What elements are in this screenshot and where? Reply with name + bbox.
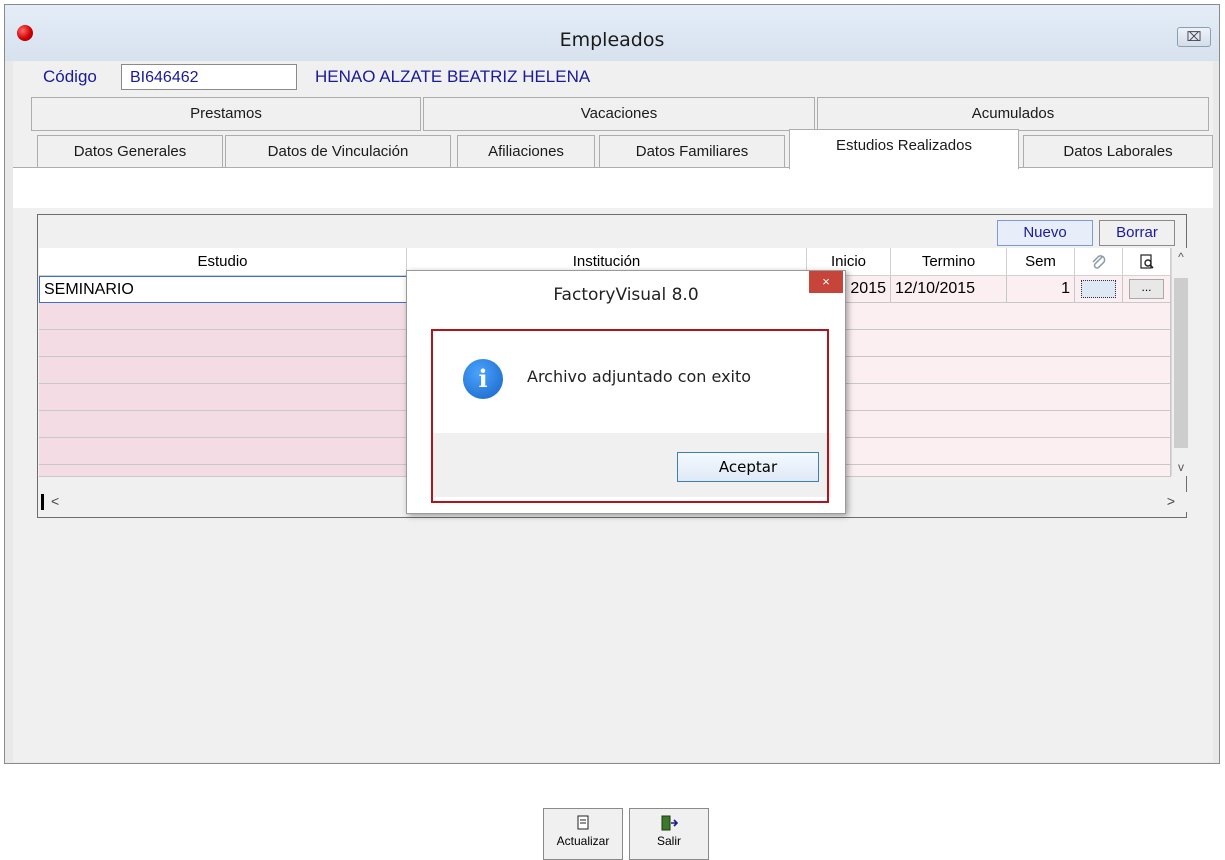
tab-label: Prestamos bbox=[190, 105, 262, 122]
update-label: Actualizar bbox=[556, 834, 610, 848]
col-header-termino[interactable]: Termino bbox=[891, 248, 1007, 276]
view-cell-button[interactable]: ... bbox=[1129, 279, 1164, 299]
cell-termino[interactable]: 12/10/2015 bbox=[891, 276, 1007, 303]
attach-cell-button[interactable] bbox=[1081, 280, 1116, 298]
cell-empty bbox=[39, 384, 407, 411]
cell-attach[interactable] bbox=[1075, 276, 1123, 303]
window-title: Empleados bbox=[559, 29, 665, 51]
cell-empty bbox=[39, 438, 407, 465]
tab-label: Vacaciones bbox=[580, 105, 658, 122]
tab-label: Datos Laborales bbox=[1063, 143, 1173, 160]
code-label: Código bbox=[43, 67, 97, 86]
col-header-view bbox=[1123, 248, 1171, 276]
window-close-button[interactable]: ⌧ bbox=[1177, 27, 1211, 47]
cell-empty bbox=[39, 357, 407, 384]
tab-datos-laborales[interactable]: Datos Laborales bbox=[1023, 135, 1213, 169]
scroll-up-arrow[interactable]: ^ bbox=[1172, 250, 1190, 264]
tab-label: Datos Generales bbox=[73, 143, 187, 160]
update-button[interactable]: Actualizar bbox=[543, 808, 623, 860]
cell-empty bbox=[39, 330, 407, 357]
dialog-title: FactoryVisual 8.0 bbox=[553, 285, 699, 305]
exit-button[interactable]: Salir bbox=[629, 808, 709, 860]
tab-afiliaciones[interactable]: Afiliaciones bbox=[457, 135, 595, 169]
tab-label: Afiliaciones bbox=[488, 143, 564, 160]
paperclip-icon bbox=[1091, 255, 1105, 269]
tab-label: Datos de Vinculación bbox=[267, 143, 409, 160]
exit-label: Salir bbox=[656, 834, 681, 848]
cell-estudio[interactable]: SEMINARIO bbox=[39, 276, 407, 303]
new-button[interactable]: Nuevo bbox=[997, 220, 1093, 246]
tab-acumulados[interactable]: Acumulados bbox=[817, 97, 1209, 131]
cell-empty bbox=[39, 411, 407, 438]
cell-empty bbox=[39, 465, 407, 477]
exit-door-icon bbox=[661, 815, 679, 831]
cell-sem[interactable]: 1 bbox=[1007, 276, 1075, 303]
cell-empty bbox=[39, 303, 407, 330]
magnifier-document-icon bbox=[1139, 254, 1154, 269]
tab-label: Acumulados bbox=[971, 105, 1055, 122]
scroll-caret bbox=[41, 494, 44, 510]
code-field[interactable]: BI646462 bbox=[121, 64, 297, 90]
title-bar: Empleados ⌧ bbox=[5, 5, 1219, 61]
tab-label: Estudios Realizados bbox=[836, 137, 972, 154]
tab-datos-generales[interactable]: Datos Generales bbox=[37, 135, 223, 169]
col-header-estudio[interactable]: Estudio bbox=[39, 248, 407, 276]
scroll-left-arrow[interactable]: < bbox=[51, 493, 59, 509]
tab-datos-vinculacion[interactable]: Datos de Vinculación bbox=[225, 135, 451, 169]
vertical-scrollbar[interactable]: ^ v bbox=[1171, 248, 1190, 476]
delete-button[interactable]: Borrar bbox=[1099, 220, 1175, 246]
tab-vacaciones[interactable]: Vacaciones bbox=[423, 97, 815, 131]
tab-estudios-realizados[interactable]: Estudios Realizados bbox=[789, 129, 1019, 169]
panel-header-area bbox=[13, 168, 1213, 208]
highlight-box bbox=[431, 329, 829, 503]
scroll-right-arrow[interactable]: > bbox=[1167, 493, 1175, 509]
tab-datos-familiares[interactable]: Datos Familiares bbox=[599, 135, 785, 169]
col-header-attach bbox=[1075, 248, 1123, 276]
scroll-down-arrow[interactable]: v bbox=[1172, 460, 1190, 474]
vertical-scroll-thumb[interactable] bbox=[1174, 278, 1188, 448]
col-header-sem[interactable]: Sem bbox=[1007, 248, 1075, 276]
message-dialog: × FactoryVisual 8.0 i Archivo adjuntado … bbox=[406, 270, 846, 514]
cell-view[interactable]: ... bbox=[1123, 276, 1171, 303]
employee-name: HENAO ALZATE BEATRIZ HELENA bbox=[315, 67, 591, 86]
tab-label: Datos Familiares bbox=[635, 143, 749, 160]
tab-prestamos[interactable]: Prestamos bbox=[31, 97, 421, 131]
document-icon bbox=[577, 815, 589, 830]
